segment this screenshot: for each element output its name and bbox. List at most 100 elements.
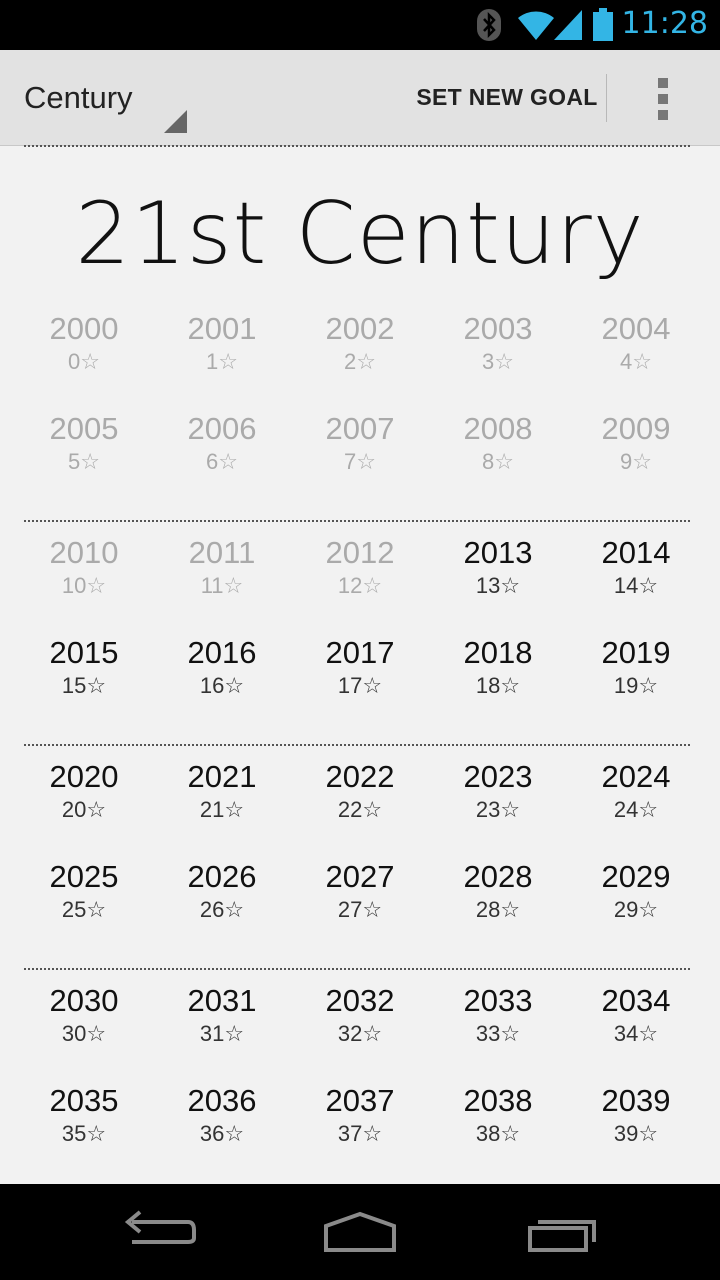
decade-divider xyxy=(24,968,690,970)
year-label: 2020 xyxy=(49,759,119,794)
year-cell[interactable]: 2002 2☆ xyxy=(295,310,425,400)
year-cell[interactable]: 2026 26☆ xyxy=(157,858,287,948)
star-icon: ☆ xyxy=(362,573,383,598)
year-label: 2006 xyxy=(187,411,257,446)
star-icon: ☆ xyxy=(632,349,652,374)
year-cell[interactable]: 2022 22☆ xyxy=(295,758,425,848)
year-cell[interactable]: 2001 1☆ xyxy=(157,310,287,400)
year-cell[interactable]: 2003 3☆ xyxy=(433,310,563,400)
year-cell[interactable]: 2023 23☆ xyxy=(433,758,563,848)
year-cell[interactable]: 2010 10☆ xyxy=(19,534,149,624)
star-icon: ☆ xyxy=(638,897,659,922)
star-count-value: 3 xyxy=(482,349,495,374)
year-cell[interactable]: 2004 4☆ xyxy=(571,310,701,400)
star-icon: ☆ xyxy=(80,449,100,474)
year-cell[interactable]: 2017 17☆ xyxy=(295,634,425,724)
year-cell[interactable]: 2034 34☆ xyxy=(571,982,701,1072)
year-label: 2008 xyxy=(463,411,533,446)
year-label: 2010 xyxy=(49,535,119,570)
year-cell[interactable]: 2038 38☆ xyxy=(433,1082,563,1172)
year-cell[interactable]: 2006 6☆ xyxy=(157,410,287,500)
star-count: 4☆ xyxy=(571,348,701,376)
set-new-goal-button[interactable]: SET NEW GOAL xyxy=(410,50,604,145)
year-cell[interactable]: 2007 7☆ xyxy=(295,410,425,500)
star-icon: ☆ xyxy=(500,673,521,698)
star-count: 31☆ xyxy=(157,1020,287,1048)
year-cell[interactable]: 2020 20☆ xyxy=(19,758,149,848)
year-cell[interactable]: 2039 39☆ xyxy=(571,1082,701,1172)
year-label: 2028 xyxy=(463,859,533,894)
star-count: 35☆ xyxy=(19,1120,149,1148)
year-cell[interactable]: 2014 14☆ xyxy=(571,534,701,624)
year-cell[interactable]: 2018 18☆ xyxy=(433,634,563,724)
year-cell[interactable]: 2025 25☆ xyxy=(19,858,149,948)
year-cell[interactable]: 2016 16☆ xyxy=(157,634,287,724)
year-cell[interactable]: 2032 32☆ xyxy=(295,982,425,1072)
decade-block: 2030 30☆ 2031 31☆ 2032 32☆ 2033 33☆ 2034 34☆ 2035 3… xyxy=(24,982,690,1194)
star-icon: ☆ xyxy=(356,349,376,374)
year-cell[interactable]: 2035 35☆ xyxy=(19,1082,149,1172)
star-count: 33☆ xyxy=(433,1020,563,1048)
star-count-value: 29 xyxy=(613,897,639,922)
overflow-menu-button[interactable] xyxy=(640,50,690,145)
year-label: 2024 xyxy=(601,759,671,794)
back-icon[interactable] xyxy=(110,1202,210,1262)
star-count: 17☆ xyxy=(295,672,425,700)
century-view[interactable]: 21st Century 2000 0☆ 2001 1☆ 2002 2☆ 2003 3☆ 200… xyxy=(0,148,720,1194)
star-count-value: 16 xyxy=(199,673,225,698)
recent-apps-icon[interactable] xyxy=(510,1202,610,1262)
star-count-value: 4 xyxy=(620,349,633,374)
year-label: 2014 xyxy=(601,535,671,570)
home-icon[interactable] xyxy=(310,1202,410,1262)
year-cell[interactable]: 2030 30☆ xyxy=(19,982,149,1072)
decade-block: 2010 10☆ 2011 11☆ 2012 12☆ 2013 13☆ 2014 14☆ 2015 1… xyxy=(24,534,690,746)
star-count-value: 25 xyxy=(61,897,87,922)
year-cell[interactable]: 2008 8☆ xyxy=(433,410,563,500)
year-label: 2004 xyxy=(601,311,671,346)
year-cell[interactable]: 2027 27☆ xyxy=(295,858,425,948)
decade-divider xyxy=(24,744,690,746)
year-label: 2017 xyxy=(325,635,395,670)
star-count-value: 1 xyxy=(206,349,219,374)
year-label: 2030 xyxy=(49,983,119,1018)
year-label: 2022 xyxy=(325,759,395,794)
year-label: 2000 xyxy=(49,311,119,346)
year-cell[interactable]: 2033 33☆ xyxy=(433,982,563,1072)
year-cell[interactable]: 2024 24☆ xyxy=(571,758,701,848)
star-count: 0☆ xyxy=(19,348,149,376)
star-count-value: 15 xyxy=(61,673,87,698)
year-cell[interactable]: 2005 5☆ xyxy=(19,410,149,500)
star-count-value: 33 xyxy=(475,1021,501,1046)
year-cell[interactable]: 2015 15☆ xyxy=(19,634,149,724)
year-cell[interactable]: 2019 19☆ xyxy=(571,634,701,724)
star-icon: ☆ xyxy=(86,797,107,822)
year-cell[interactable]: 2037 37☆ xyxy=(295,1082,425,1172)
star-count-value: 20 xyxy=(61,797,87,822)
year-cell[interactable]: 2011 11☆ xyxy=(157,534,287,624)
year-label: 2019 xyxy=(601,635,671,670)
year-cell[interactable]: 2029 29☆ xyxy=(571,858,701,948)
star-count: 38☆ xyxy=(433,1120,563,1148)
year-label: 2031 xyxy=(187,983,257,1018)
year-cell[interactable]: 2012 12☆ xyxy=(295,534,425,624)
star-count-value: 2 xyxy=(344,349,357,374)
year-cell[interactable]: 2036 36☆ xyxy=(157,1082,287,1172)
star-count: 21☆ xyxy=(157,796,287,824)
year-cell[interactable]: 2000 0☆ xyxy=(19,310,149,400)
star-icon: ☆ xyxy=(86,1021,107,1046)
year-label: 2009 xyxy=(601,411,671,446)
star-icon: ☆ xyxy=(500,573,521,598)
star-count-value: 23 xyxy=(475,797,501,822)
star-count: 11☆ xyxy=(157,572,287,600)
navigation-bar xyxy=(0,1184,720,1280)
year-cell[interactable]: 2009 9☆ xyxy=(571,410,701,500)
century-spinner[interactable]: Century xyxy=(0,50,200,145)
star-count: 2☆ xyxy=(295,348,425,376)
year-cell[interactable]: 2013 13☆ xyxy=(433,534,563,624)
year-cell[interactable]: 2028 28☆ xyxy=(433,858,563,948)
star-count-value: 39 xyxy=(613,1121,639,1146)
star-count-value: 13 xyxy=(475,573,501,598)
year-cell[interactable]: 2031 31☆ xyxy=(157,982,287,1072)
year-cell[interactable]: 2021 21☆ xyxy=(157,758,287,848)
star-icon: ☆ xyxy=(224,1021,245,1046)
